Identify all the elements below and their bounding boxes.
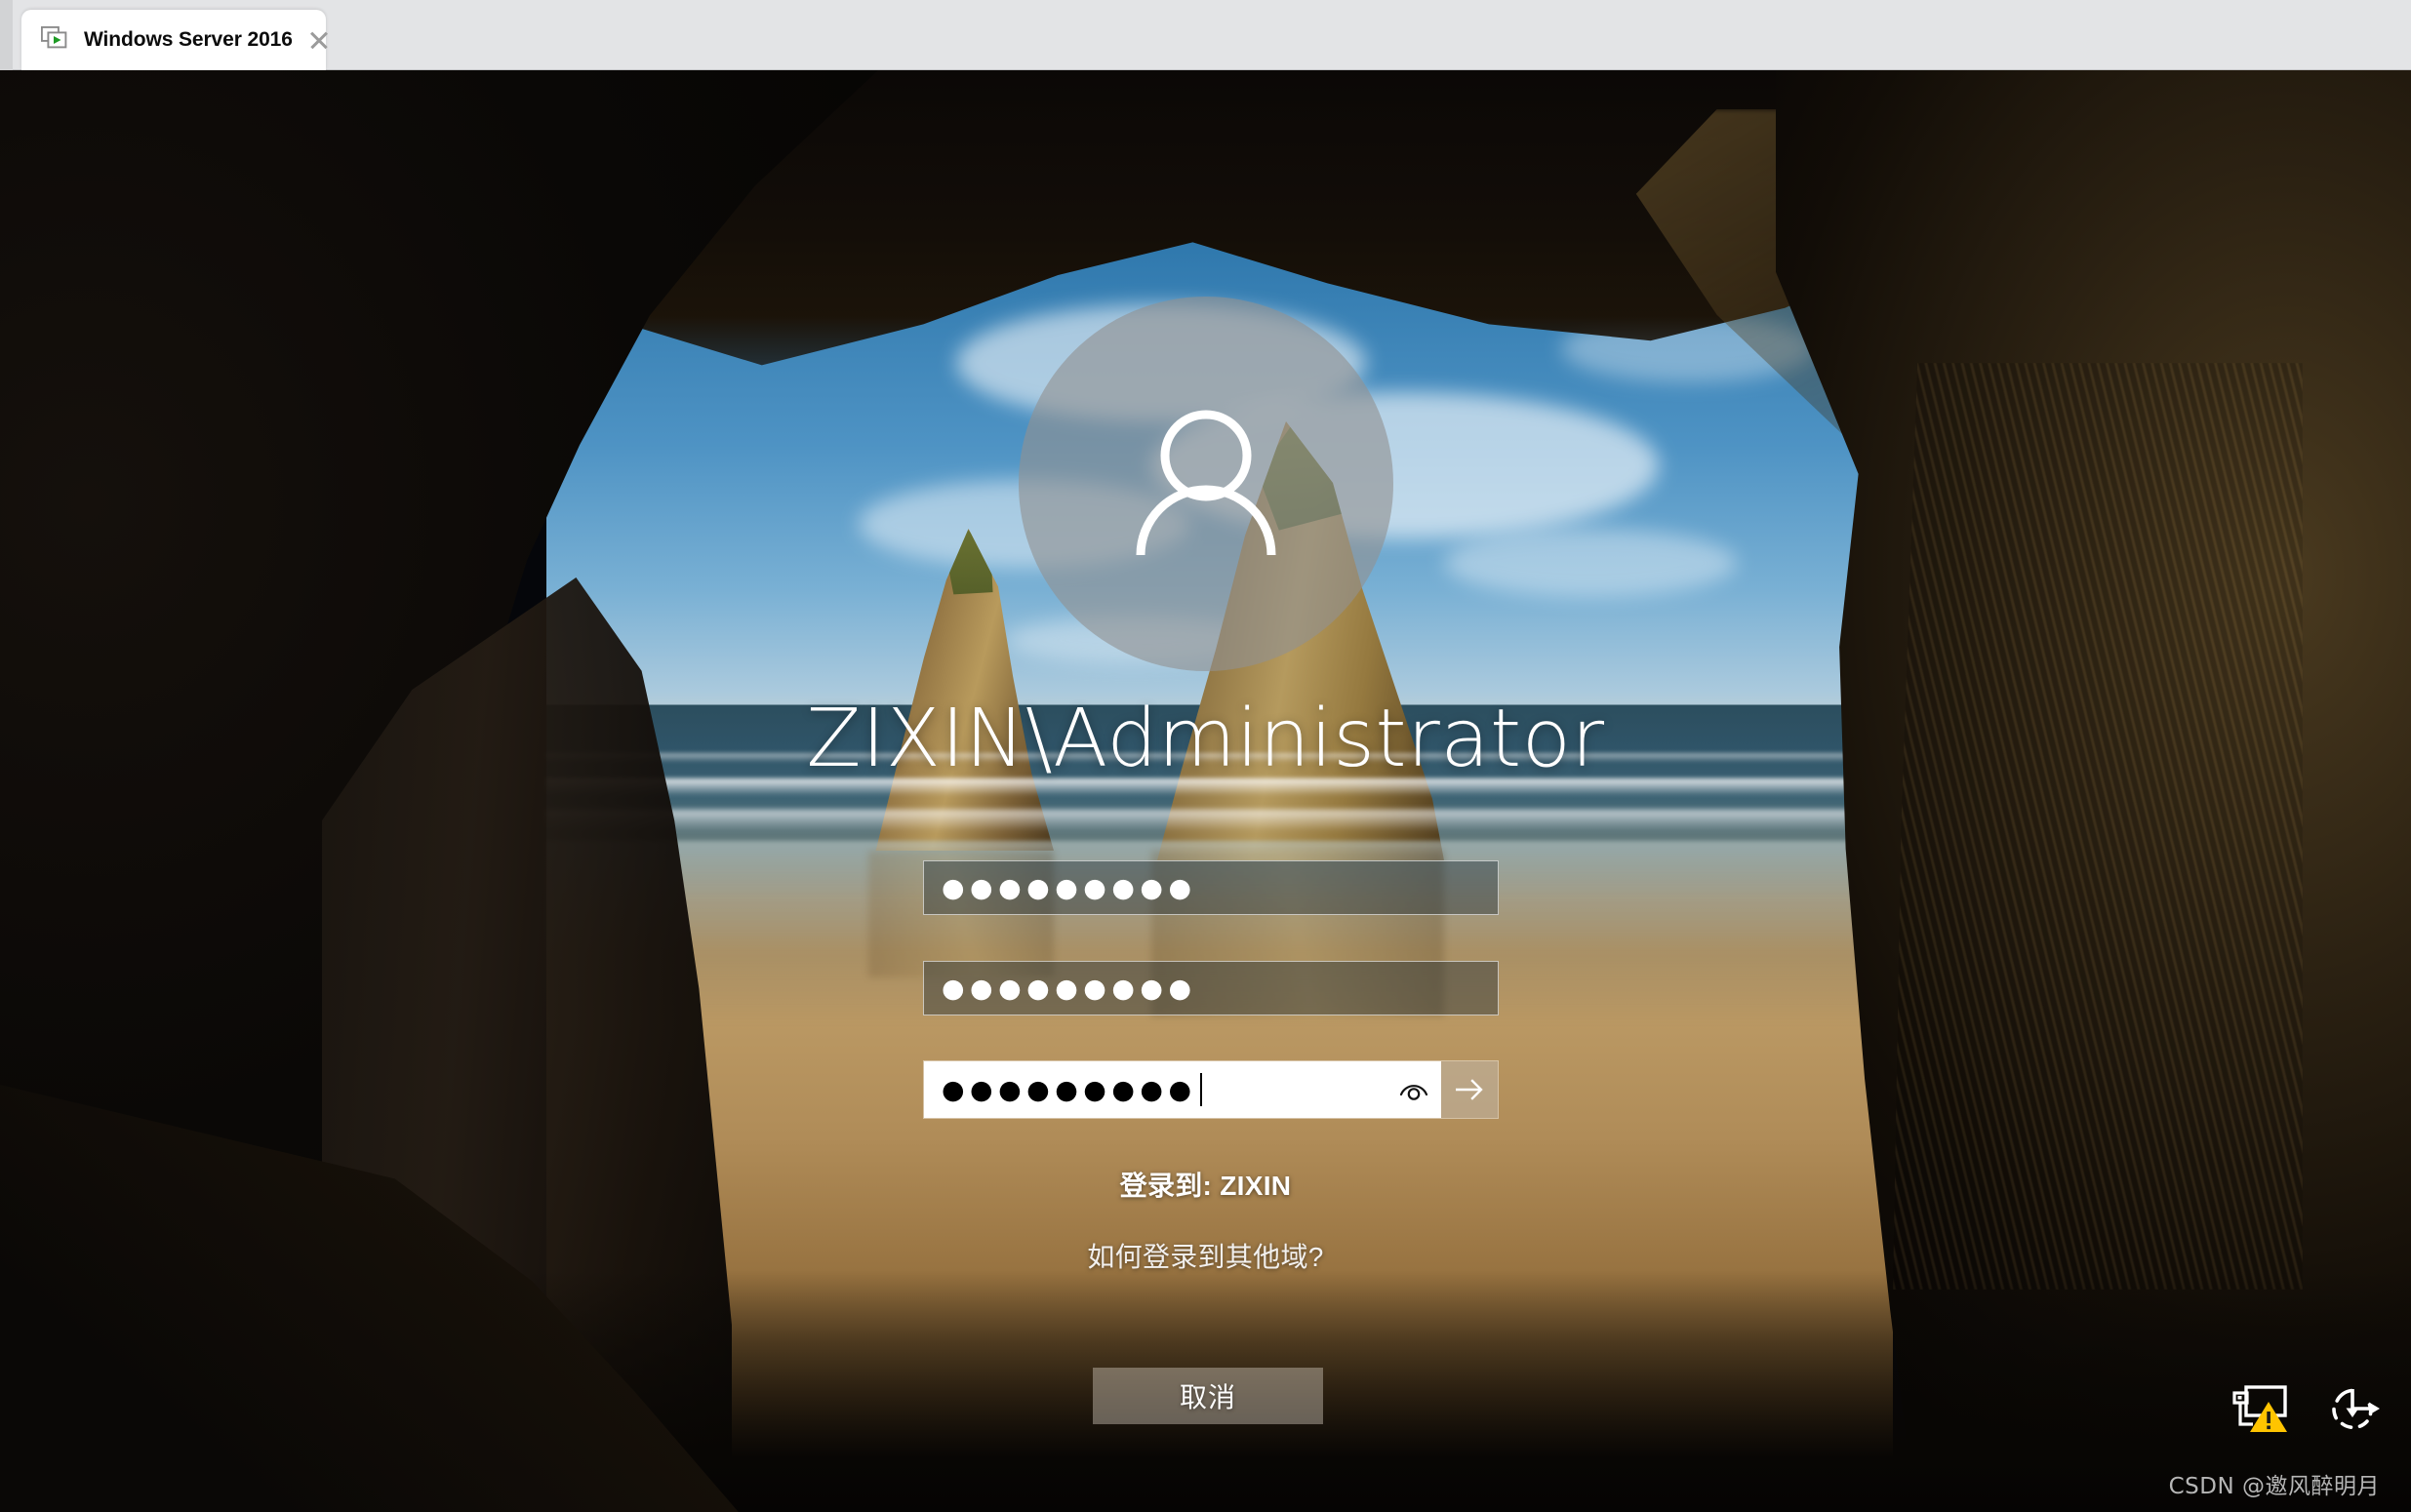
- password-field-1[interactable]: ●●●●●●●●●: [923, 860, 1499, 915]
- login-panel: ZIXIN\Administrator ●●●●●●●●● ●●●●●●●●● …: [0, 70, 2411, 1512]
- text-caret: [1199, 1073, 1202, 1106]
- user-avatar-icon: [1113, 389, 1299, 579]
- password-input-row: ●●●●●●●●●: [923, 1060, 1499, 1119]
- window-edge: [0, 0, 13, 70]
- vm-screen: ZIXIN\Administrator ●●●●●●●●● ●●●●●●●●● …: [0, 70, 2411, 1512]
- network-warning-icon[interactable]: [2230, 1383, 2290, 1434]
- sign-in-to-label: 登录到: ZIXIN: [1119, 1171, 1292, 1201]
- power-options-icon[interactable]: [2327, 1383, 2384, 1434]
- password-masked-value: ●●●●●●●●●: [942, 973, 1197, 1004]
- submit-arrow-button[interactable]: [1441, 1061, 1498, 1118]
- lockscreen-system-icons: [2230, 1383, 2384, 1434]
- eye-reveal-password-icon[interactable]: [1386, 1061, 1441, 1118]
- tab-windows-server-2016[interactable]: Windows Server 2016: [21, 10, 326, 70]
- tab-title: Windows Server 2016: [84, 28, 293, 51]
- csdn-watermark: CSDN @邀风醉明月: [2168, 1474, 2380, 1499]
- password-masked-value: ●●●●●●●●●: [942, 1074, 1197, 1105]
- avatar: [1019, 297, 1393, 671]
- close-icon[interactable]: [306, 27, 332, 53]
- other-domain-link[interactable]: 如何登录到其他域?: [0, 1236, 2411, 1275]
- cancel-button[interactable]: 取消: [1093, 1368, 1323, 1424]
- password-field-2[interactable]: ●●●●●●●●●: [923, 961, 1499, 1015]
- password-field-3[interactable]: ●●●●●●●●●: [924, 1061, 1386, 1118]
- page-title: ZIXIN\Administrator: [806, 693, 1605, 785]
- virtual-machine-icon: [40, 25, 70, 54]
- browser-tab-strip: Windows Server 2016: [0, 0, 2411, 70]
- cancel-button-label: 取消: [1179, 1382, 1236, 1413]
- password-masked-value: ●●●●●●●●●: [942, 872, 1197, 903]
